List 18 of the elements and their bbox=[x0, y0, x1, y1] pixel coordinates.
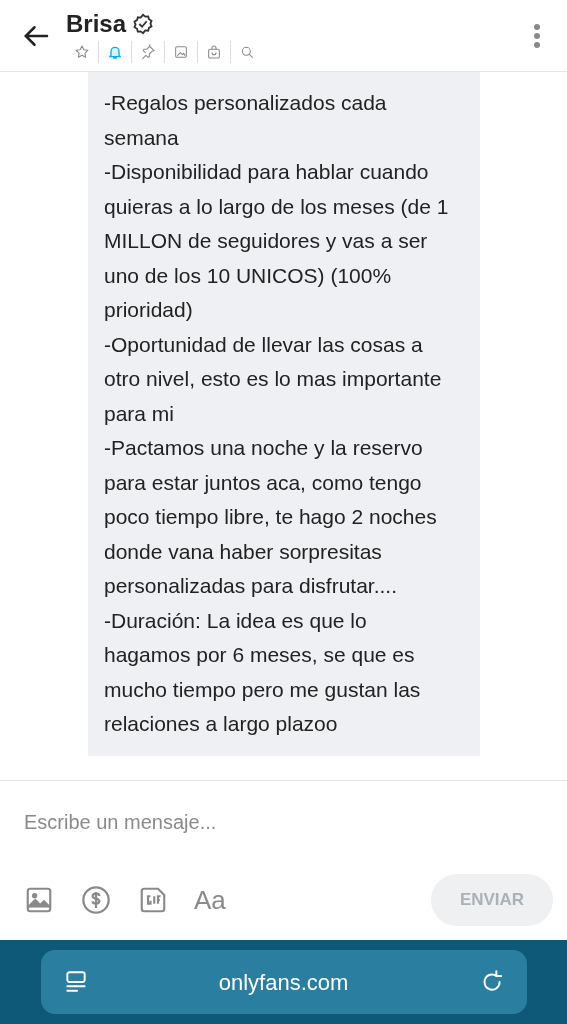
message-text: -Duración: La idea es que lo hagamos por 6 meses, se que es mucho tiempo pero me gustan las relaciones a largo plazoo bbox=[104, 607, 422, 737]
image-icon bbox=[24, 885, 54, 915]
message-text: -Regalos personalizados cada semana bbox=[104, 90, 388, 151]
tip-button[interactable] bbox=[80, 884, 112, 916]
message-text: -Disponibilidad para hablar cuando quieras a lo largo de los meses (de 1 MILLON de seguidores y vas a ser uno de los 10 UNICOS) (100% prioridad) bbox=[104, 159, 450, 323]
text-format-button[interactable]: Aa bbox=[194, 887, 226, 913]
address-bar[interactable]: onlyfans.com bbox=[40, 950, 527, 1014]
contact-name: Brisa bbox=[66, 8, 127, 39]
image-button[interactable] bbox=[24, 885, 54, 915]
dollar-icon bbox=[80, 884, 112, 916]
message-text: -Oportunidad de llevar las cosas a otro nivel, esto es lo mas importante para mi bbox=[104, 331, 443, 427]
gif-icon bbox=[138, 885, 168, 915]
url-text: onlyfans.com bbox=[217, 968, 350, 997]
more-icon bbox=[533, 22, 541, 49]
more-button[interactable] bbox=[533, 22, 541, 49]
message-field[interactable]: Escribe un mensaje... bbox=[24, 807, 543, 837]
gif-button[interactable] bbox=[138, 885, 168, 915]
message-text: -Pactamos una noche y la reservo para estar juntos aca, como tengo poco tiempo libre, te hago 2 noches donde vana haber sorpresitas personalizadas para disfrutar.... bbox=[104, 435, 438, 599]
